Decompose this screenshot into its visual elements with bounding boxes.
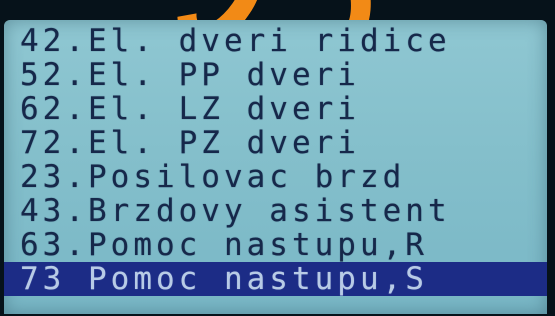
menu-item-62[interactable]: 62.El. LZ dveri (4, 92, 547, 126)
lcd-screen: 42.El. dveri ridice 52.El. PP dveri 62.E… (4, 20, 547, 314)
menu-item-63[interactable]: 63.Pomoc nastupu,R (4, 228, 547, 262)
menu-item-42[interactable]: 42.El. dveri ridice (4, 24, 547, 58)
menu-item-72[interactable]: 72.El. PZ dveri (4, 126, 547, 160)
menu-item-73-selected[interactable]: 73 Pomoc nastupu,S (4, 262, 547, 296)
menu-list: 42.El. dveri ridice 52.El. PP dveri 62.E… (4, 24, 547, 296)
menu-item-52[interactable]: 52.El. PP dveri (4, 58, 547, 92)
menu-item-23[interactable]: 23.Posilovac brzd (4, 160, 547, 194)
diagnostic-device: 42.El. dveri ridice 52.El. PP dveri 62.E… (0, 0, 555, 316)
menu-item-43[interactable]: 43.Brzdovy asistent (4, 194, 547, 228)
